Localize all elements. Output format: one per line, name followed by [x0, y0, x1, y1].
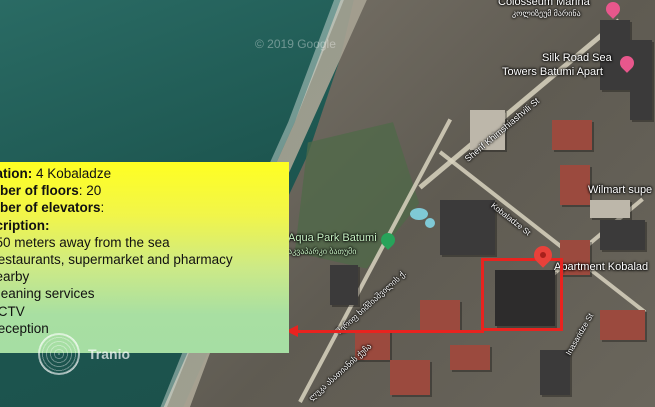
info-location-value: 4 Kobaladze: [32, 166, 112, 181]
building: [630, 40, 652, 120]
pool: [410, 208, 428, 220]
building: [600, 220, 645, 250]
building: [590, 200, 630, 218]
info-location: cation: 4 Kobaladze: [0, 165, 288, 182]
pool: [425, 218, 435, 228]
info-elevators: mber of elevators:: [0, 199, 288, 216]
info-floors: mber of floors: 20: [0, 182, 288, 199]
property-info-panel: cation: 4 Kobaladze mber of floors: 20 m…: [0, 162, 289, 353]
building: [330, 265, 358, 305]
description-item: 250 meters away from the sea: [0, 234, 170, 250]
map-watermark: © 2019 Google: [255, 37, 336, 51]
map-view[interactable]: © 2019 Google Colosseum Marina კოლიზეუმ …: [0, 0, 655, 407]
poi-aqua-park[interactable]: Aqua Park Batumi: [288, 232, 377, 244]
info-description-label: scription:: [0, 217, 50, 233]
poi-silk-road-line2[interactable]: Towers Batumi Apart: [502, 66, 603, 78]
poi-aqua-park-local: აკვაპარკი ბათუმი: [288, 247, 357, 256]
brand-watermark: Tranio: [38, 333, 130, 375]
poi-silk-road-line1[interactable]: Silk Road Sea: [542, 52, 612, 64]
description-item: Cleaning services: [0, 286, 95, 302]
building: [540, 350, 570, 395]
info-location-label: cation:: [0, 166, 33, 181]
info-description: scription:: [0, 217, 288, 234]
property-highlight-box: [481, 258, 563, 331]
info-elevators-value: :: [100, 200, 105, 216]
building: [560, 165, 590, 205]
building: [552, 120, 592, 150]
poi-colosseum-marina-local: კოლიზეუმ მარინა: [512, 9, 581, 18]
description-item: nearby: [0, 269, 30, 285]
info-elevators-label: mber of elevators: [0, 200, 101, 216]
info-floors-value: : 20: [78, 183, 102, 199]
building: [600, 310, 645, 340]
building: [390, 360, 430, 395]
poi-apartment[interactable]: Apartment Kobalad: [554, 261, 648, 273]
description-item: Restaurants, supermarket and pharmacy: [0, 252, 233, 268]
poi-wilmart[interactable]: Wilmart supe: [588, 184, 652, 196]
info-floors-label: mber of floors: [0, 183, 79, 199]
building: [440, 200, 495, 255]
brand-name: Tranio: [88, 346, 131, 362]
building: [420, 300, 460, 330]
building: [450, 345, 490, 370]
pointer-arrow-line: [296, 330, 484, 333]
description-item: CCTV: [0, 303, 25, 319]
poi-colosseum-marina[interactable]: Colosseum Marina: [498, 0, 590, 8]
tranio-logo-icon: [38, 333, 80, 375]
